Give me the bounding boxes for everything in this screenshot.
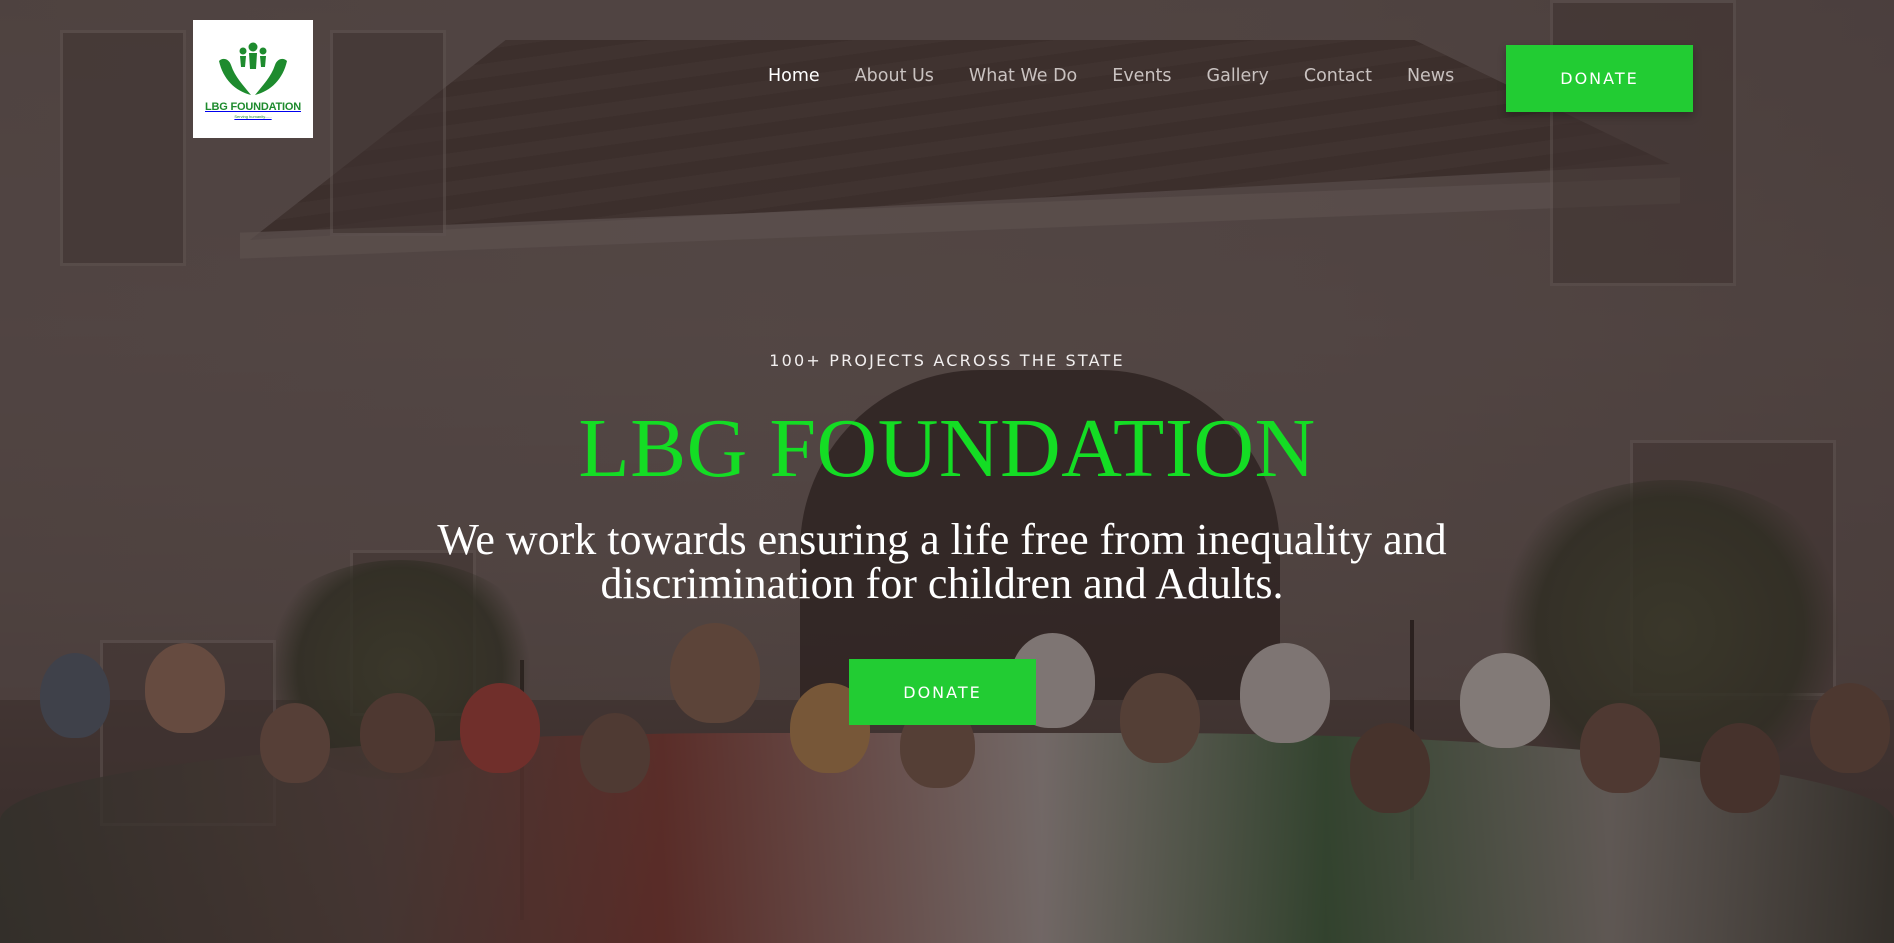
hero-title: LBG FOUNDATION xyxy=(578,402,1316,495)
nav-home[interactable]: Home xyxy=(768,66,820,86)
logo-text: LBG FOUNDATION xyxy=(205,101,301,113)
header-donate-button[interactable]: DONATE xyxy=(1506,45,1693,112)
hands-family-logo-icon xyxy=(219,42,287,95)
nav-news[interactable]: News xyxy=(1407,66,1454,86)
main-navigation: Home About Us What We Do Events Gallery … xyxy=(768,66,1489,86)
nav-what-we-do[interactable]: What We Do xyxy=(969,66,1077,86)
nav-contact[interactable]: Contact xyxy=(1304,66,1372,86)
site-logo[interactable]: LBG FOUNDATION Serving humanity...... xyxy=(193,20,313,138)
nav-about-us[interactable]: About Us xyxy=(855,66,934,86)
nav-events[interactable]: Events xyxy=(1112,66,1171,86)
nav-gallery[interactable]: Gallery xyxy=(1207,66,1269,86)
hero-kicker: 100+ PROJECTS ACROSS THE STATE xyxy=(769,351,1125,370)
hero-donate-button[interactable]: DONATE xyxy=(849,659,1036,725)
logo-tagline: Serving humanity...... xyxy=(234,114,272,119)
hero-subtitle: We work towards ensuring a life free fro… xyxy=(437,515,1447,608)
